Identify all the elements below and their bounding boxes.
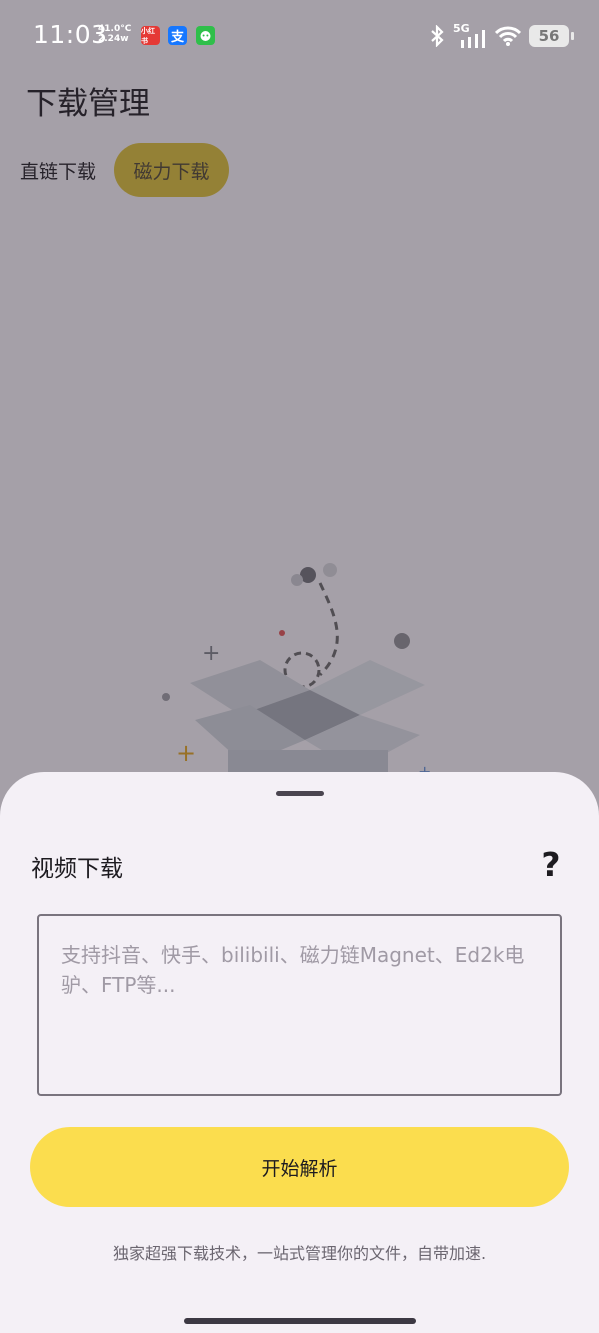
video-download-sheet: 视频下载 ? 开始解析 独家超强下载技术，一站式管理你的文件，自带加速. xyxy=(0,772,599,1312)
status-temperature: 41.0°C 2.24w xyxy=(98,24,131,44)
status-time: 11:03 xyxy=(33,20,108,49)
alipay-icon: 支 xyxy=(168,26,187,45)
signal-icon: 5G xyxy=(453,22,487,48)
wifi-icon xyxy=(495,26,521,46)
temperature-text: 41.0°C xyxy=(98,24,132,34)
battery-icon: 56 xyxy=(529,25,574,47)
sheet-title: 视频下载 xyxy=(31,856,123,882)
start-parse-button[interactable]: 开始解析 xyxy=(30,1127,569,1207)
home-indicator[interactable] xyxy=(184,1318,416,1324)
sheet-drag-handle[interactable] xyxy=(276,791,324,796)
help-icon[interactable]: ? xyxy=(535,846,567,884)
tagline-text: 独家超强下载技术，一站式管理你的文件，自带加速. xyxy=(112,1244,487,1263)
link-input[interactable] xyxy=(37,914,562,1096)
bluetooth-icon xyxy=(431,25,444,47)
wechat-mini-icon xyxy=(196,26,215,45)
status-right-group: 5G 56 xyxy=(429,22,574,50)
status-bar: 11:03 41.0°C 2.24w 小红书 支 5G 56 xyxy=(0,0,599,70)
xiaohongshu-icon: 小红书 xyxy=(141,26,160,45)
power-text: 2.24w xyxy=(98,34,129,44)
